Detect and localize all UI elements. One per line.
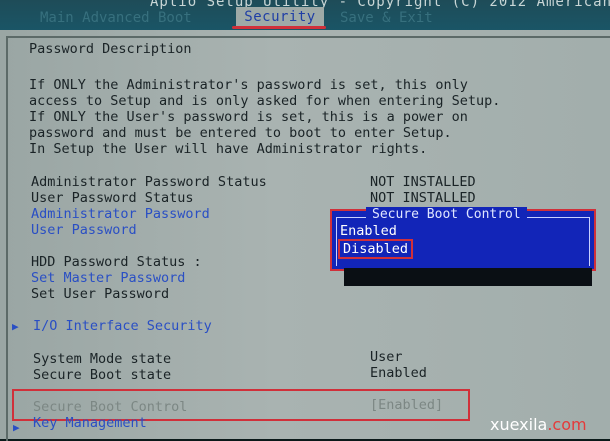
secure-boot-state-label: Secure Boot state [33, 367, 172, 383]
submenu-arrow-icon: ▶ [13, 421, 20, 434]
io-interface-security-item[interactable]: I/O Interface Security [33, 318, 212, 334]
bios-screen: Aptio Setup Utility - Copyright (C) 2012… [0, 0, 610, 441]
admin-password-item[interactable]: Administrator Password [31, 206, 210, 222]
watermark-tld: .com [547, 415, 587, 434]
description-line-1: If ONLY the Administrator's password is … [29, 77, 468, 93]
description-line-3: If ONLY the User's password is set, this… [29, 109, 468, 125]
tabs-right[interactable]: Save & Exit [340, 10, 433, 26]
set-master-password-item[interactable]: Set Master Password [31, 270, 185, 286]
secure-boot-state-value: Enabled [370, 365, 427, 381]
bios-title: Aptio Setup Utility - Copyright (C) 2012… [150, 0, 610, 10]
user-password-status-label: User Password Status [31, 190, 194, 206]
admin-password-status-label: Administrator Password Status [31, 174, 267, 190]
description-heading: Password Description [29, 41, 192, 57]
tab-highlight-mark [232, 26, 326, 29]
secure-boot-control-popup: Secure Boot Control Enabled Disabled [330, 207, 596, 271]
watermark: xuexila.com [490, 415, 587, 434]
tab-security[interactable]: Security [236, 7, 324, 27]
popup-option-disabled[interactable]: Disabled [338, 239, 414, 259]
tabs-left[interactable]: Main Advanced Boot [40, 10, 192, 26]
user-password-item[interactable]: User Password [31, 222, 137, 238]
key-management-item[interactable]: Key Management [33, 415, 147, 431]
description-line-5: In Setup the User will have Administrato… [29, 141, 428, 157]
submenu-arrow-icon: ▶ [12, 320, 19, 333]
hdd-password-status-label: HDD Password Status : [31, 254, 202, 270]
system-mode-label: System Mode state [33, 351, 172, 367]
set-user-password-item[interactable]: Set User Password [31, 286, 169, 302]
system-mode-value: User [370, 349, 403, 365]
popup-shadow [344, 268, 592, 286]
description-line-4: password and must be entered to boot to … [29, 125, 452, 141]
user-password-status-value: NOT INSTALLED [370, 190, 476, 206]
popup-title: Secure Boot Control [366, 207, 527, 222]
watermark-name: xuexila [490, 415, 548, 434]
description-line-2: access to Setup and is only asked for wh… [29, 93, 501, 109]
title-bar: Aptio Setup Utility - Copyright (C) 2012… [0, 0, 610, 30]
admin-password-status-value: NOT INSTALLED [370, 174, 476, 190]
popup-option-enabled[interactable]: Enabled [340, 223, 397, 239]
